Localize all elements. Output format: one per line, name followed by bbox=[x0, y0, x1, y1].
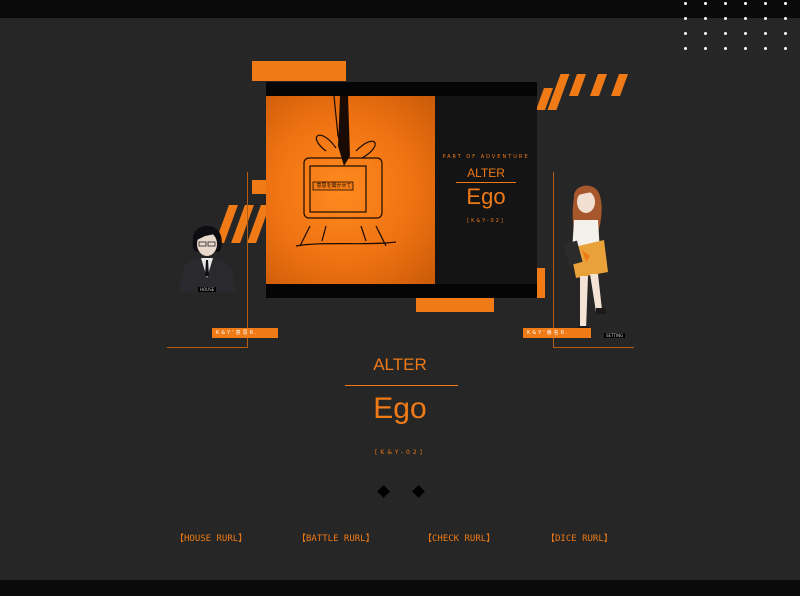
dot bbox=[724, 47, 727, 50]
orange-block-bottom bbox=[416, 298, 494, 312]
left-character-badge: HOUSE bbox=[198, 287, 217, 292]
dot bbox=[744, 17, 747, 20]
dot bbox=[784, 2, 787, 5]
slider-dot-2[interactable] bbox=[412, 485, 425, 498]
dot bbox=[764, 2, 767, 5]
cover-title-small: ALTER bbox=[467, 166, 505, 180]
nav-link-dice[interactable]: 【DICE RURL】 bbox=[546, 531, 613, 544]
stripe-decoration bbox=[589, 74, 608, 96]
dot bbox=[704, 2, 707, 5]
tv-illustration-icon bbox=[295, 95, 397, 247]
slider-dot-1[interactable] bbox=[377, 485, 390, 498]
cover-subtitle: PART OF ADVENTURE bbox=[442, 154, 530, 160]
dot bbox=[784, 32, 787, 35]
dot bbox=[764, 47, 767, 50]
dot bbox=[764, 17, 767, 20]
right-character-tag[interactable]: K&Y'番名R. bbox=[523, 328, 591, 338]
main-title-divider bbox=[345, 385, 458, 386]
dot bbox=[724, 17, 727, 20]
bottom-bar bbox=[0, 580, 800, 596]
main-title-small: ALTER bbox=[373, 355, 427, 374]
dot bbox=[744, 32, 747, 35]
album-cover-info: PART OF ADVENTURE ALTER Ego [K&Y-02] bbox=[435, 96, 537, 284]
dot bbox=[684, 17, 687, 20]
orange-block-top bbox=[252, 61, 346, 81]
right-character-badge: SETTING bbox=[604, 333, 626, 338]
dot bbox=[744, 2, 747, 5]
nav-link-house[interactable]: 【HOUSE RURL】 bbox=[175, 531, 247, 544]
character-female-portrait[interactable] bbox=[560, 180, 620, 340]
tv-sign-text: 意思を聞かせて bbox=[316, 183, 352, 189]
character-male-portrait[interactable] bbox=[175, 218, 241, 292]
nav-link-battle[interactable]: 【BATTLE RURL】 bbox=[297, 531, 375, 544]
album-cover-art: 意思を聞かせて bbox=[266, 95, 435, 284]
cover-title-large: Ego bbox=[466, 184, 506, 209]
dot bbox=[704, 47, 707, 50]
dot bbox=[704, 32, 707, 35]
dot bbox=[724, 32, 727, 35]
main-title-large: Ego bbox=[373, 392, 427, 425]
album-cover-frame: 意思を聞かせて PART OF ADVENTURE ALTER Ego [K&Y… bbox=[266, 82, 537, 298]
dot-grid-decoration bbox=[680, 0, 800, 55]
dot bbox=[684, 47, 687, 50]
dot bbox=[764, 32, 767, 35]
nav-link-check[interactable]: 【CHECK RURL】 bbox=[423, 531, 495, 544]
dot bbox=[724, 2, 727, 5]
dot bbox=[684, 2, 687, 5]
left-character-tag[interactable]: K&Y'意思R. bbox=[212, 328, 278, 338]
stripe-decoration bbox=[568, 74, 587, 96]
dot bbox=[784, 17, 787, 20]
cover-divider bbox=[456, 182, 516, 183]
orange-block-right bbox=[537, 268, 545, 298]
stripe-decoration bbox=[610, 74, 629, 96]
dot bbox=[784, 47, 787, 50]
dot bbox=[744, 47, 747, 50]
main-title-code: [K&Y-02] bbox=[374, 449, 426, 456]
orange-block-left bbox=[252, 180, 266, 194]
dot bbox=[704, 17, 707, 20]
cover-code: [K&Y-02] bbox=[467, 218, 505, 224]
dot bbox=[684, 32, 687, 35]
